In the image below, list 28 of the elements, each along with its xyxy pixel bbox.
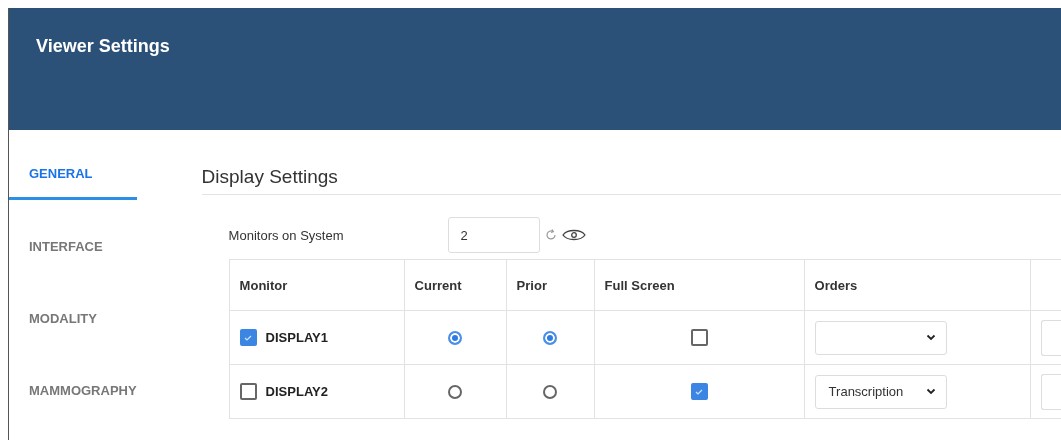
column-header: Current (414, 277, 462, 293)
checkbox[interactable] (239, 383, 257, 400)
orders-dropdown[interactable]: Transcription (814, 374, 947, 409)
chevron-down-icon (925, 334, 936, 341)
window-title: Viewer Settings (36, 36, 170, 56)
monitor-name: DISPLAY1 (265, 330, 328, 345)
sidebar-tab[interactable]: INTERFACE (9, 204, 137, 272)
eye-icon[interactable] (561, 228, 586, 242)
field-label: Monitors on System (228, 227, 345, 243)
sidebar-tab[interactable]: MAMMOGRAPHY (9, 348, 137, 416)
checkbox[interactable] (690, 329, 708, 347)
monitor-name: DISPLAY2 (265, 384, 328, 399)
section-title: Display Settings (201, 166, 1061, 195)
radio-button[interactable] (448, 331, 463, 346)
refresh-icon[interactable] (543, 228, 558, 242)
radio-button[interactable] (448, 385, 463, 400)
radio-button[interactable] (543, 385, 558, 400)
sidebar-tab[interactable]: MODALITY (9, 276, 137, 344)
radio-button[interactable] (543, 331, 558, 346)
input-field[interactable]: 2 (447, 217, 540, 253)
column-header: Orders (814, 277, 858, 293)
column-header: Prior (516, 277, 547, 293)
sidebar-tab[interactable]: GENERAL (9, 130, 137, 200)
column-header: Full Screen (604, 277, 675, 293)
checkbox[interactable] (690, 383, 708, 401)
checkbox[interactable] (239, 329, 257, 346)
chevron-down-icon (925, 388, 936, 395)
column-header: Monitor (239, 277, 288, 293)
